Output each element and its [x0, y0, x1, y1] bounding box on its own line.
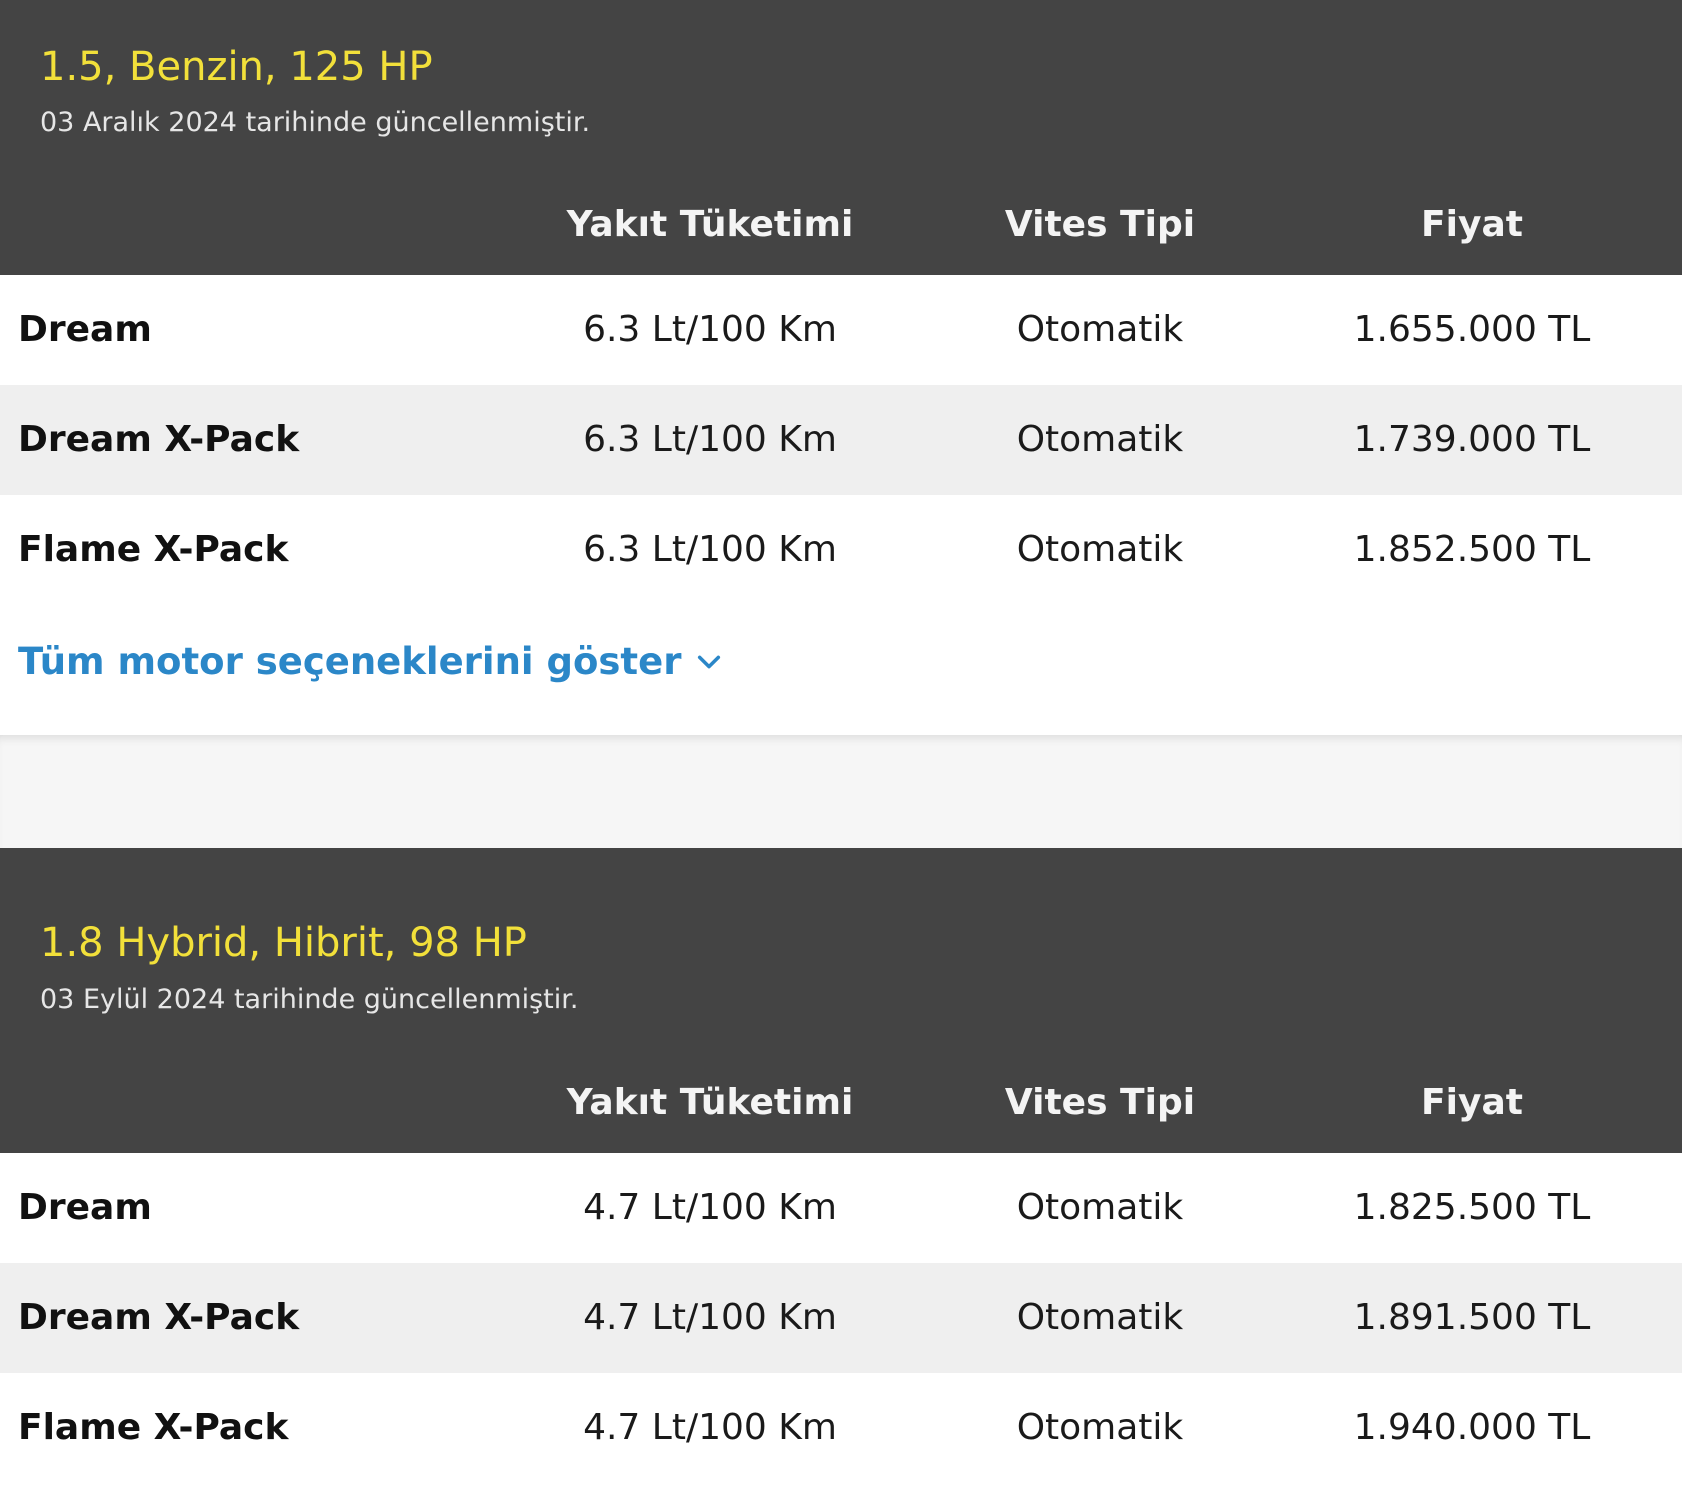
table-row: Dream X-Pack 4.7 Lt/100 Km Otomatik 1.89… [0, 1263, 1682, 1373]
column-header-fuel: Yakıt Tüketimi [566, 204, 854, 245]
gear-type: Otomatik [1016, 529, 1184, 570]
column-header-fuel: Yakıt Tüketimi [566, 1082, 854, 1123]
engine-title: 1.5, Benzin, 125 HP [40, 44, 433, 90]
trim-name: Dream [18, 1187, 152, 1228]
price-list-page: 1.5, Benzin, 125 HP 03 Aralık 2024 tarih… [0, 0, 1682, 1512]
show-all-engines-link[interactable]: Tüm motor seçeneklerini göster [18, 640, 723, 683]
fuel-consumption: 4.7 Lt/100 Km [583, 1407, 837, 1448]
price: 1.852.500 TL [1353, 529, 1591, 570]
section-header: 1.5, Benzin, 125 HP 03 Aralık 2024 tarih… [0, 0, 1682, 275]
gear-type: Otomatik [1016, 1187, 1184, 1228]
chevron-down-icon [698, 655, 721, 668]
fuel-consumption: 6.3 Lt/100 Km [583, 529, 837, 570]
column-header-gear: Vites Tipi [1004, 204, 1196, 245]
price: 1.825.500 TL [1353, 1187, 1591, 1228]
fuel-consumption: 4.7 Lt/100 Km [583, 1187, 837, 1228]
table-row: Dream X-Pack 6.3 Lt/100 Km Otomatik 1.73… [0, 385, 1682, 495]
column-header-price: Fiyat [1421, 1082, 1523, 1123]
section-divider [0, 735, 1682, 848]
price: 1.891.500 TL [1353, 1297, 1591, 1338]
gear-type: Otomatik [1016, 1407, 1184, 1448]
trim-name: Dream X-Pack [18, 1297, 300, 1338]
table-row: Dream 4.7 Lt/100 Km Otomatik 1.825.500 T… [0, 1153, 1682, 1263]
trim-name: Flame X-Pack [18, 1407, 289, 1448]
price: 1.940.000 TL [1353, 1407, 1591, 1448]
show-all-label: Tüm motor seçeneklerini göster [18, 640, 682, 683]
column-header-price: Fiyat [1421, 204, 1523, 245]
price: 1.739.000 TL [1353, 419, 1591, 460]
trim-table: Dream 4.7 Lt/100 Km Otomatik 1.825.500 T… [0, 1153, 1682, 1483]
engine-section-benzin: 1.5, Benzin, 125 HP 03 Aralık 2024 tarih… [0, 0, 1682, 735]
fuel-consumption: 4.7 Lt/100 Km [583, 1297, 837, 1338]
gear-type: Otomatik [1016, 1297, 1184, 1338]
gear-type: Otomatik [1016, 419, 1184, 460]
column-header-gear: Vites Tipi [1004, 1082, 1196, 1123]
table-row: Flame X-Pack 4.7 Lt/100 Km Otomatik 1.94… [0, 1373, 1682, 1483]
table-row: Dream 6.3 Lt/100 Km Otomatik 1.655.000 T… [0, 275, 1682, 385]
updated-date: 03 Eylül 2024 tarihinde güncellenmiştir. [40, 984, 579, 1015]
trim-name: Dream [18, 309, 152, 350]
price: 1.655.000 TL [1353, 309, 1591, 350]
updated-date: 03 Aralık 2024 tarihinde güncellenmiştir… [40, 107, 591, 138]
gear-type: Otomatik [1016, 309, 1184, 350]
engine-title: 1.8 Hybrid, Hibrit, 98 HP [40, 920, 527, 966]
section-header: 1.8 Hybrid, Hibrit, 98 HP 03 Eylül 2024 … [0, 848, 1682, 1153]
fuel-consumption: 6.3 Lt/100 Km [583, 309, 837, 350]
fuel-consumption: 6.3 Lt/100 Km [583, 419, 837, 460]
trim-name: Dream X-Pack [18, 419, 300, 460]
trim-name: Flame X-Pack [18, 529, 289, 570]
table-row: Flame X-Pack 6.3 Lt/100 Km Otomatik 1.85… [0, 495, 1682, 605]
trim-table: Dream 6.3 Lt/100 Km Otomatik 1.655.000 T… [0, 275, 1682, 605]
engine-section-hybrid: 1.8 Hybrid, Hibrit, 98 HP 03 Eylül 2024 … [0, 848, 1682, 1512]
